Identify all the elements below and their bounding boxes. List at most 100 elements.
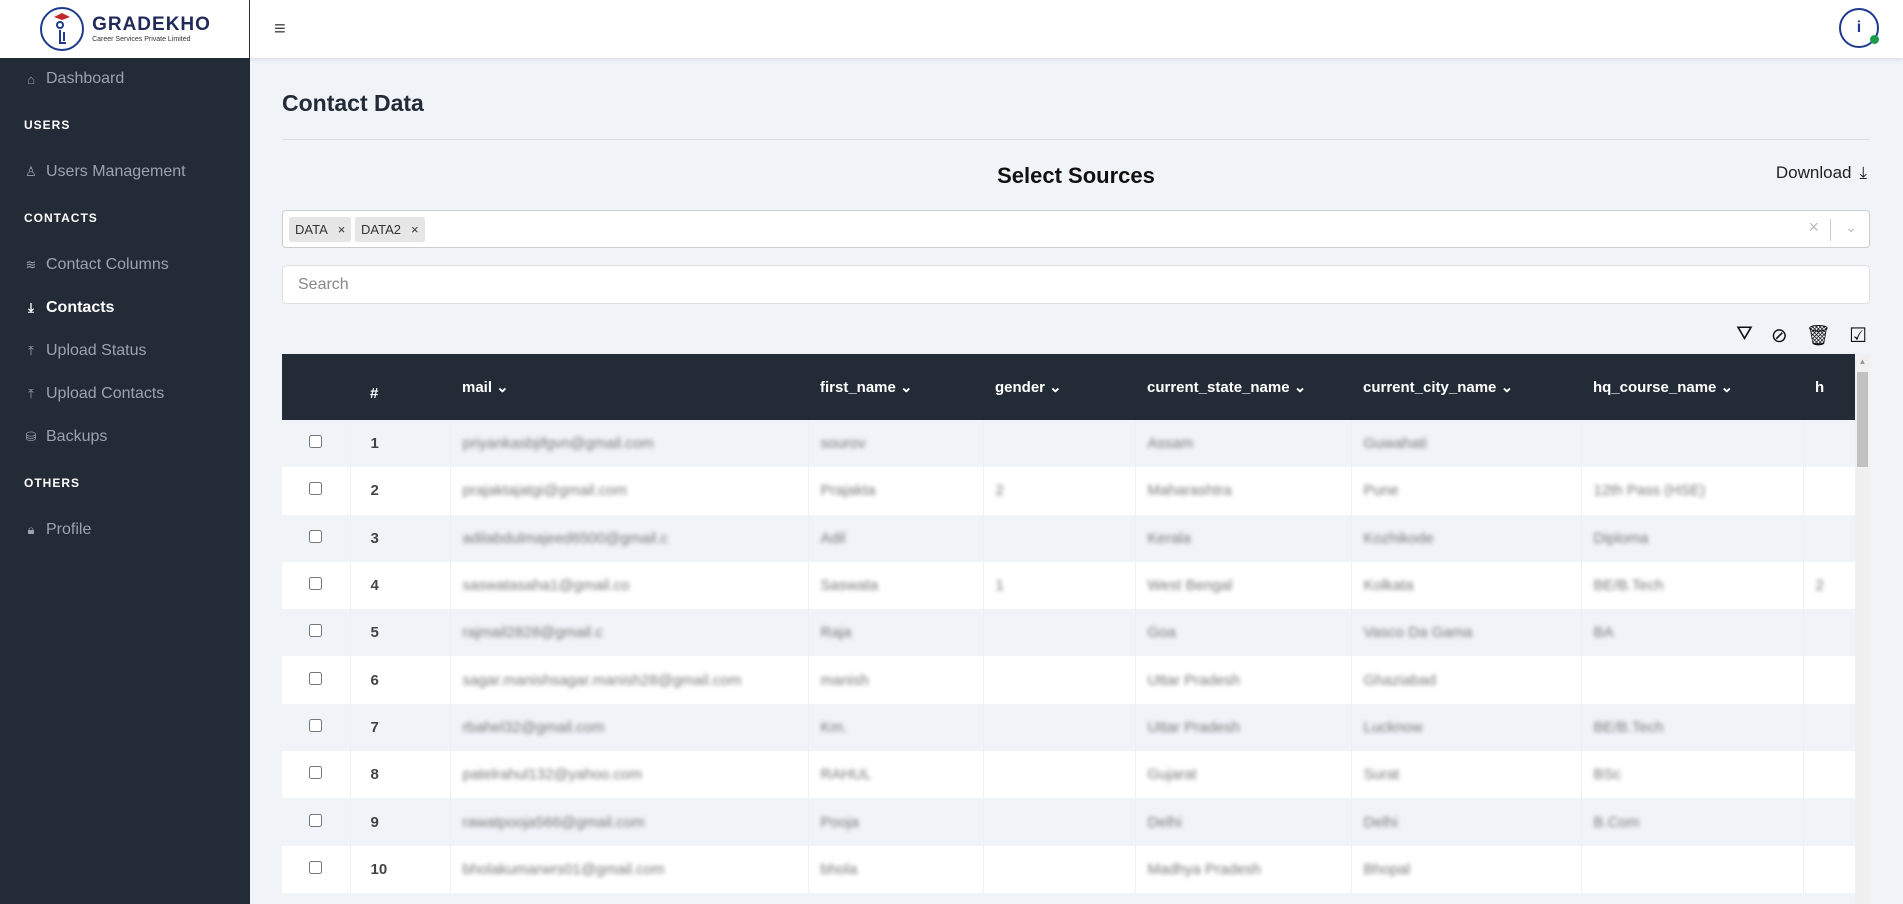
row-checkbox-cell: [282, 798, 351, 846]
download-button[interactable]: Download ⤓: [1776, 163, 1867, 183]
table-cell: Saswata: [808, 561, 984, 610]
row-checkbox-cell: [282, 420, 351, 468]
column-header[interactable]: gender ⌄: [983, 354, 1135, 420]
layers-icon: ≋: [25, 257, 37, 272]
table-row[interactable]: 5 rajmail2828@gmail.c Raja Goa Vasco Da Gama…: [282, 609, 1855, 657]
column-header[interactable]: current_state_name ⌄: [1135, 354, 1351, 420]
lock-icon: 🔒︎: [27, 522, 35, 537]
home-icon: ⌂: [27, 71, 35, 87]
table-cell: manish: [808, 656, 984, 704]
table-cell: Uttar Pradesh: [1135, 703, 1352, 752]
row-checkbox[interactable]: [309, 671, 323, 685]
menu-toggle-icon[interactable]: ≡: [274, 18, 286, 41]
table-cell: [1803, 514, 1855, 562]
table-row[interactable]: 4 saswatasaha1@gmail.co Saswata 1 West Benga…: [282, 561, 1855, 610]
table-row[interactable]: 8 patelrahul132@yahoo.com RAHUL Gujarat Sura…: [282, 751, 1855, 799]
row-checkbox[interactable]: [309, 860, 323, 874]
column-header[interactable]: current_city_name ⌄: [1351, 354, 1581, 420]
trash-icon[interactable]: 🗑︎: [1806, 323, 1831, 348]
sidebar-item-contacts[interactable]: ⤓ Contacts: [24, 299, 114, 317]
table-row[interactable]: 1 priyankasbjifgvn@gmail.com sourov Assam Gu…: [282, 420, 1855, 468]
download-icon: ⤓: [1859, 163, 1867, 182]
table-cell: sagar.manishsagar.manish28@gmail.com: [450, 656, 809, 704]
clear-icon[interactable]: ×: [1808, 217, 1819, 238]
sidebar-item-upload-contacts[interactable]: ⤒ Upload Contacts: [24, 385, 164, 403]
table-row[interactable]: 2 prajaktajatgi@gmail.com Prajakta 2 Maharas…: [282, 467, 1855, 515]
scrollbar-thumb[interactable]: [1857, 372, 1868, 467]
scroll-up-arrow[interactable]: ▲: [1855, 354, 1870, 370]
column-header[interactable]: first_name ⌄: [808, 354, 983, 420]
sidebar-item-backups[interactable]: ⛁ Backups: [24, 428, 108, 446]
row-checkbox-cell: [282, 845, 351, 893]
table-row[interactable]: 7 rbahel32@gmail.com Km. Uttar Pradesh Luckn…: [282, 703, 1855, 752]
table-cell: Kolkata: [1351, 561, 1582, 610]
sidebar-item-label: Contacts: [46, 299, 115, 316]
row-index: 10: [350, 845, 451, 893]
sidebar-item-dashboard[interactable]: ⌂ Dashboard: [24, 70, 124, 88]
row-index: 5: [350, 609, 451, 657]
row-checkbox[interactable]: [309, 577, 323, 591]
row-checkbox[interactable]: [309, 435, 323, 449]
row-index: 9: [350, 798, 451, 846]
table-cell: BE/B.Tech: [1581, 703, 1804, 752]
table-cell: bholakumarwrs01@gmail.com: [450, 845, 809, 893]
table-cell: [1803, 656, 1855, 704]
row-checkbox[interactable]: [309, 718, 323, 732]
table-cell: Pooja: [808, 798, 984, 846]
search-input[interactable]: [282, 265, 1870, 304]
row-checkbox[interactable]: [309, 482, 323, 496]
row-checkbox[interactable]: [309, 766, 323, 780]
chevron-down-icon[interactable]: ⌄: [1845, 219, 1857, 236]
table-cell: Guwahati: [1351, 420, 1582, 468]
row-checkbox[interactable]: [309, 813, 323, 827]
upload-icon: ⤒: [28, 343, 34, 358]
table-cell: 1: [983, 561, 1136, 610]
row-checkbox-cell: [282, 751, 351, 799]
sidebar-item-contact-columns[interactable]: ≋ Contact Columns: [24, 256, 169, 274]
source-tag: DATA2 ×: [355, 217, 425, 242]
avatar[interactable]: i: [1839, 8, 1879, 48]
column-header[interactable]: mail ⌄: [450, 354, 808, 420]
table-cell: [1803, 609, 1855, 657]
table-cell: Uttar Pradesh: [1135, 656, 1352, 704]
page-title: Contact Data: [282, 90, 424, 116]
table-cell: [983, 514, 1136, 562]
select-sources-title: Select Sources: [997, 163, 1155, 188]
clear-filter-icon[interactable]: ⛛: [1736, 323, 1753, 348]
table-scrollbar[interactable]: [1855, 370, 1870, 904]
table-cell: rajmail2828@gmail.c: [450, 609, 809, 657]
column-header[interactable]: h: [1803, 354, 1855, 420]
table-cell: Lucknow: [1351, 703, 1582, 752]
sidebar-item-users-management[interactable]: ♙ Users Management: [24, 163, 185, 181]
table-cell: patelrahul132@yahoo.com: [450, 751, 809, 799]
hide-user-icon[interactable]: ⊘: [1771, 323, 1788, 348]
sidebar-item-profile[interactable]: 🔒︎ Profile: [24, 521, 92, 539]
checklist-icon[interactable]: ☑: [1849, 323, 1867, 348]
table-cell: Ghaziabad: [1351, 656, 1582, 704]
remove-tag-icon[interactable]: ×: [338, 222, 346, 237]
table-row[interactable]: 9 rawatpooja566@gmail.com Pooja Delhi Delhi B…: [282, 798, 1855, 846]
table-row[interactable]: 10 bholakumarwrs01@gmail.com bhola Madhya P…: [282, 845, 1855, 893]
download-label: Download: [1775, 163, 1852, 182]
table-row[interactable]: 3 adilabdulmajeed6500@gmail.c Adil Kerala Ko…: [282, 514, 1855, 562]
table-cell: Adil: [808, 514, 984, 562]
logo[interactable]: GRADEKHO Career Services Private Limited: [0, 0, 250, 58]
sidebar-item-label: Dashboard: [46, 70, 125, 87]
table-cell: Delhi: [1135, 798, 1352, 846]
sidebar-item-upload-status[interactable]: ⤒ Upload Status: [24, 342, 146, 360]
source-tag: DATA ×: [289, 217, 352, 242]
remove-tag-icon[interactable]: ×: [411, 222, 419, 237]
table-toolbar: ⛛ ⊘ 🗑︎ ☑: [1736, 323, 1867, 348]
divider: [282, 139, 1870, 140]
row-checkbox[interactable]: [309, 624, 323, 638]
row-checkbox[interactable]: [309, 529, 323, 543]
table-cell: Kozhikode: [1351, 514, 1582, 562]
online-status-dot: [1870, 35, 1879, 44]
row-index: 7: [350, 703, 451, 752]
table-row[interactable]: 6 sagar.manishsagar.manish28@gmail.com man…: [282, 656, 1855, 704]
sources-multiselect[interactable]: DATA × DATA2 × × ⌄: [282, 210, 1870, 248]
table-cell: Raja: [808, 609, 984, 657]
row-checkbox-cell: [282, 467, 351, 515]
column-header[interactable]: hq_course_name ⌄: [1581, 354, 1803, 420]
table-cell: priyankasbjifgvn@gmail.com: [450, 420, 809, 468]
